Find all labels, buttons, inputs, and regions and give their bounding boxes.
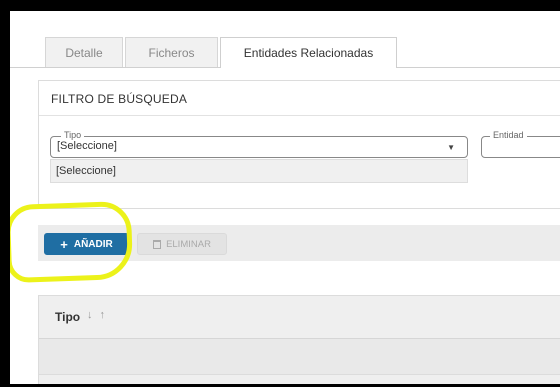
delete-button[interactable]: ELIMINAR	[137, 233, 227, 255]
tab-detalle[interactable]: Detalle	[45, 37, 123, 67]
tipo-option-text: [Seleccione]	[56, 165, 116, 177]
plus-icon: +	[60, 236, 68, 252]
filter-title: FILTRO DE BÚSQUEDA	[51, 92, 188, 106]
tipo-select[interactable]: Tipo [Seleccione] ▼	[50, 130, 468, 158]
tab-entidades-relacionadas[interactable]: Entidades Relacionadas	[220, 37, 397, 68]
entidad-legend: Entidad	[490, 130, 527, 141]
entidad-field[interactable]: Entidad	[481, 130, 560, 158]
tab-bar: Detalle Ficheros Entidades Relacionadas	[10, 11, 560, 68]
tipo-value: [Seleccione]	[57, 140, 117, 152]
results-table: Tipo ↓ ↑	[38, 295, 560, 384]
column-header-tipo[interactable]: Tipo	[55, 310, 80, 324]
filter-panel: FILTRO DE BÚSQUEDA Tipo [Seleccione] ▼ […	[38, 80, 560, 209]
tab-label: Ficheros	[148, 45, 195, 60]
add-button-label: AÑADIR	[73, 238, 113, 250]
table-row	[39, 339, 560, 375]
action-toolbar: + AÑADIR ELIMINAR	[38, 225, 560, 261]
add-button[interactable]: + AÑADIR	[44, 233, 129, 255]
sort-arrows-icon[interactable]: ↓ ↑	[87, 309, 107, 321]
screen: Detalle Ficheros Entidades Relacionadas …	[10, 11, 560, 384]
trash-icon	[153, 239, 162, 249]
tab-ficheros[interactable]: Ficheros	[125, 37, 218, 67]
tipo-option[interactable]: [Seleccione]	[50, 159, 468, 183]
delete-button-label: ELIMINAR	[166, 238, 211, 250]
tab-label: Detalle	[65, 45, 103, 60]
table-header: Tipo ↓ ↑	[39, 296, 560, 339]
divider	[39, 115, 560, 116]
caret-down-icon: ▼	[447, 143, 455, 152]
tab-label: Entidades Relacionadas	[243, 46, 374, 60]
